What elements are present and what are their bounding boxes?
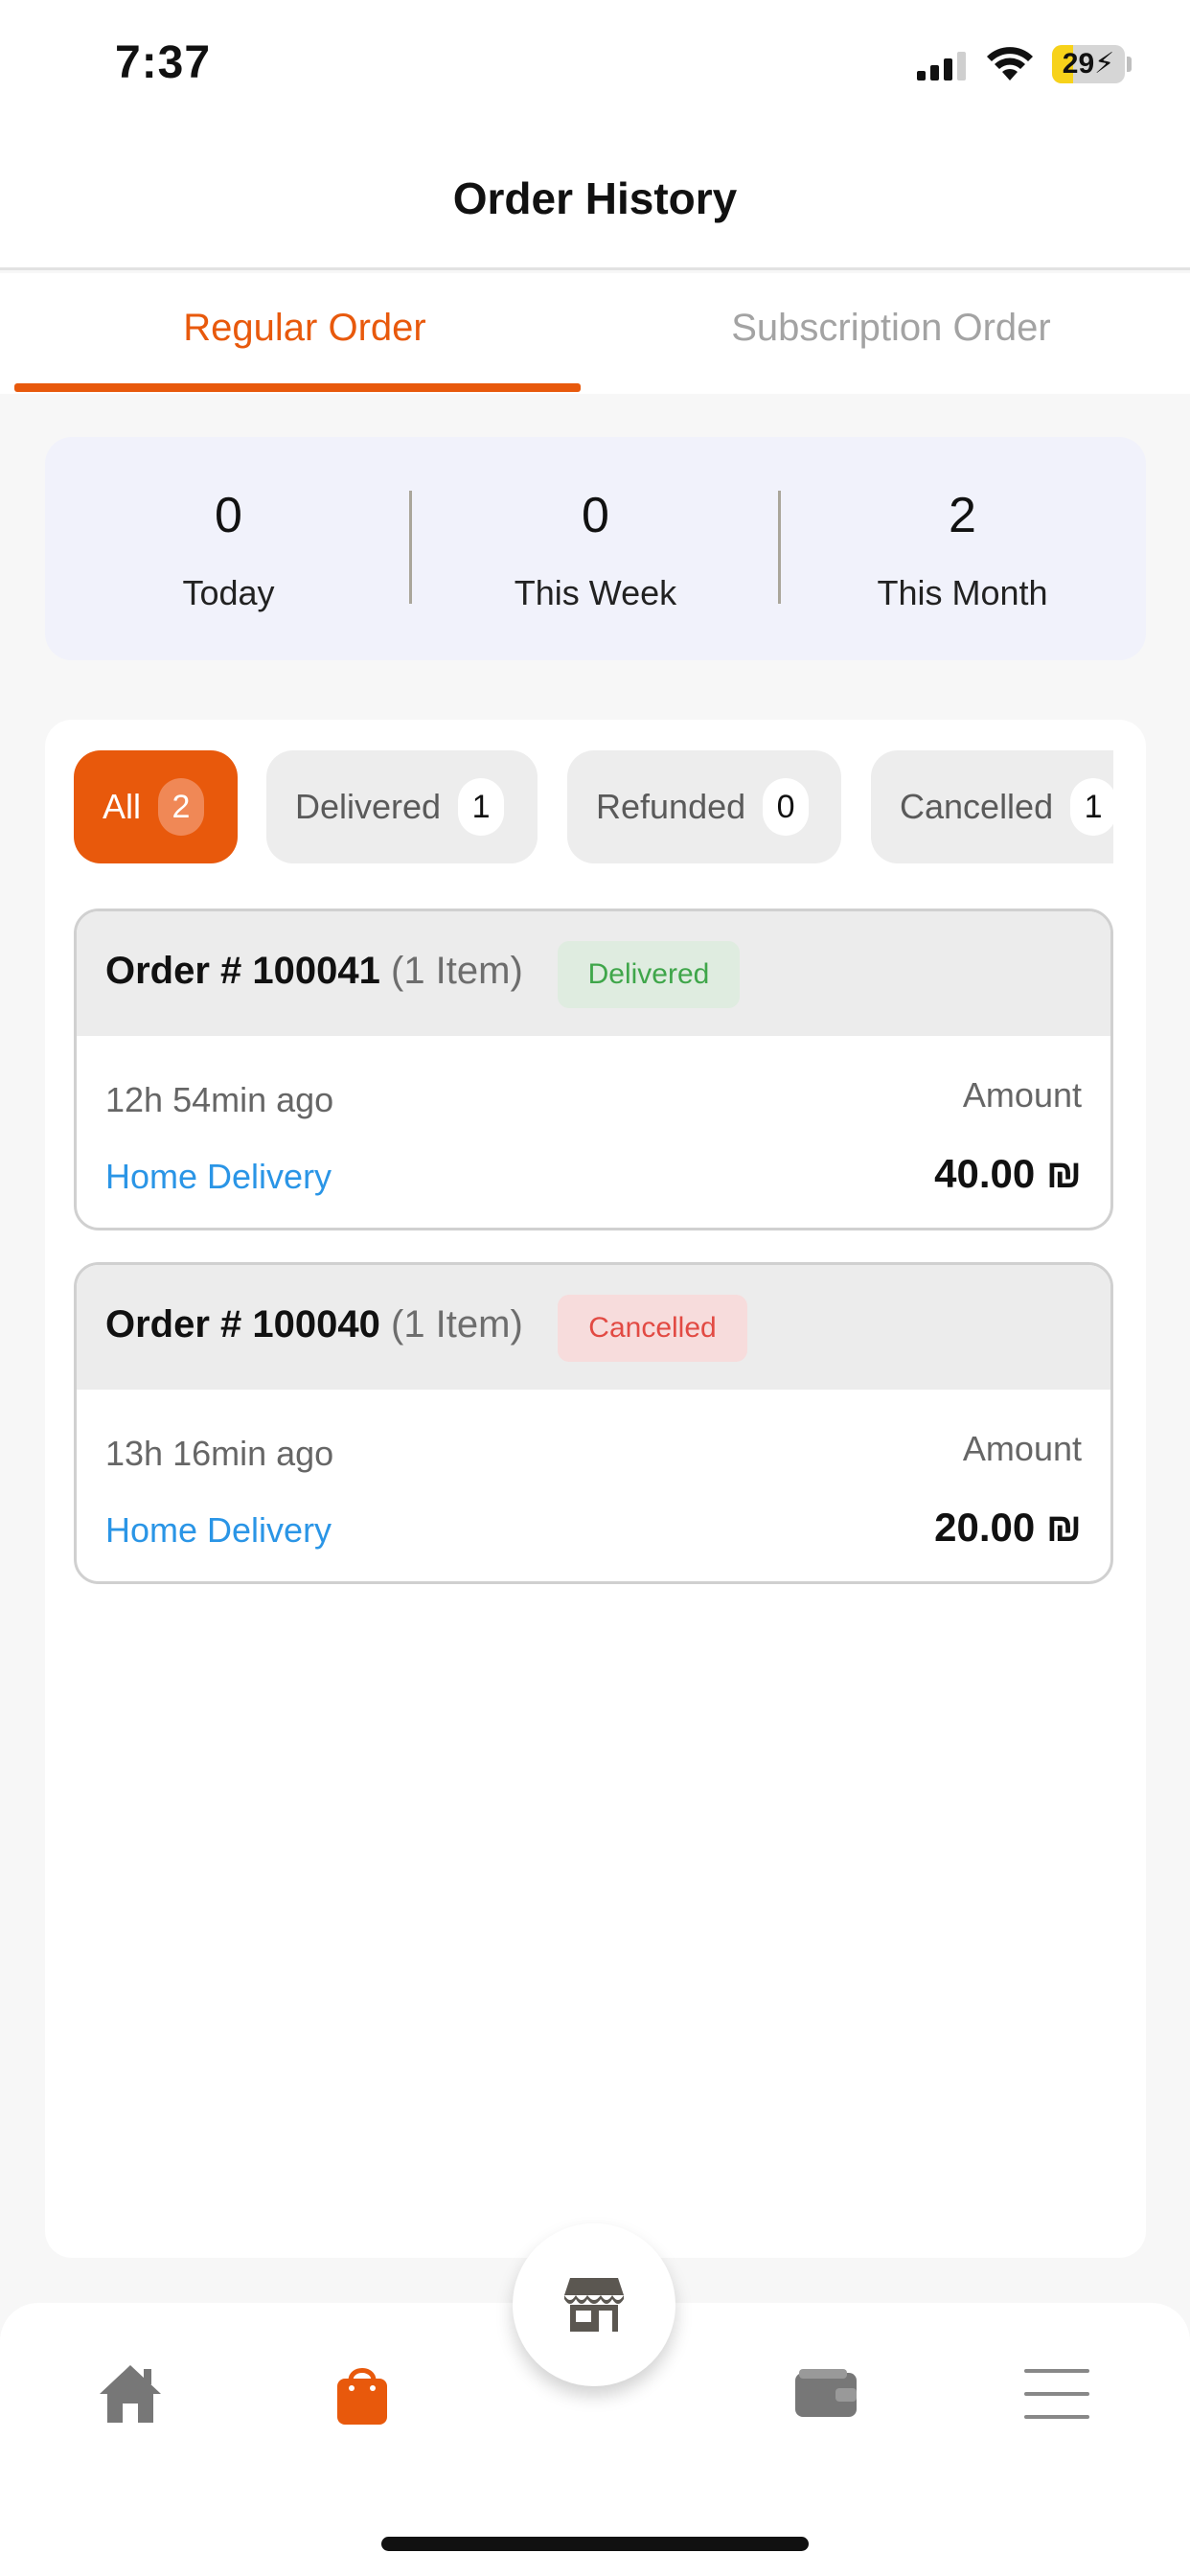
delivery-method: Home Delivery [105, 1510, 332, 1550]
order-type-tabs: Regular Order Subscription Order [0, 273, 1190, 394]
filter-count-badge: 0 [763, 778, 810, 836]
filter-chip-all[interactable]: All 2 [74, 750, 238, 863]
filter-label: All [103, 787, 142, 826]
order-item-count: (1 Item) [391, 1303, 523, 1346]
order-title: Order # 100040 (1 Item) [105, 1303, 523, 1346]
tab-subscription-order[interactable]: Subscription Order [601, 273, 1181, 394]
filter-chip-delivered[interactable]: Delivered 1 [266, 750, 538, 863]
battery-cap [1127, 57, 1132, 72]
header: Order History [0, 134, 1190, 270]
wallet-icon[interactable] [791, 2359, 860, 2428]
wifi-icon [987, 47, 1033, 80]
tab-regular-order[interactable]: Regular Order [14, 273, 595, 394]
order-time-ago: 12h 54min ago [105, 1080, 334, 1119]
filter-chip-refunded[interactable]: Refunded 0 [567, 750, 841, 863]
filter-count-badge: 2 [158, 778, 205, 836]
active-tab-indicator [14, 383, 581, 392]
order-number: Order # 100041 [105, 950, 380, 992]
page-title: Order History [452, 173, 738, 223]
order-number: Order # 100040 [105, 1303, 380, 1346]
order-card-header: Order # 100041 (1 Item) Delivered [77, 911, 1110, 1036]
shopping-bag-icon[interactable] [328, 2359, 397, 2428]
order-card[interactable]: Order # 100040 (1 Item) Cancelled 13h 16… [74, 1262, 1113, 1584]
orders-panel: All 2 Delivered 1 Refunded 0 Cancelled 1… [45, 720, 1146, 2258]
stat-this-week: 0 This Week [412, 437, 779, 660]
amount-label: Amount [962, 1429, 1082, 1468]
order-card[interactable]: Order # 100041 (1 Item) Delivered 12h 54… [74, 908, 1113, 1230]
order-summary-card: 0 Today 0 This Week 2 This Month [45, 437, 1146, 660]
battery-icon: 29⚡ [1052, 45, 1125, 83]
filter-label: Refunded [596, 787, 746, 826]
stat-today: 0 Today [45, 437, 412, 660]
filter-chip-cancelled[interactable]: Cancelled 1 [871, 750, 1113, 863]
store-button[interactable] [513, 2223, 675, 2386]
store-icon [564, 2278, 624, 2332]
stat-this-month: 2 This Month [779, 437, 1146, 660]
order-card-header: Order # 100040 (1 Item) Cancelled [77, 1265, 1110, 1390]
status-badge: Cancelled [558, 1295, 747, 1362]
status-time: 7:37 [115, 37, 212, 88]
filter-label: Cancelled [900, 787, 1054, 826]
filter-label: Delivered [295, 787, 442, 826]
status-badge: Delivered [558, 941, 740, 1008]
status-filter-bar[interactable]: All 2 Delivered 1 Refunded 0 Cancelled 1 [74, 750, 1113, 865]
stat-value: 0 [582, 488, 609, 543]
order-item-count: (1 Item) [391, 950, 523, 992]
order-amount: 20.00 ₪ [934, 1505, 1082, 1550]
battery-percentage: 29⚡ [1062, 48, 1115, 80]
amount-label: Amount [962, 1075, 1082, 1115]
cellular-signal-icon [917, 52, 966, 80]
filter-count-badge: 1 [1070, 778, 1113, 836]
home-icon[interactable] [96, 2359, 165, 2428]
menu-icon[interactable] [1022, 2359, 1091, 2428]
stat-label: Today [182, 573, 275, 612]
stat-label: This Month [877, 573, 1048, 612]
order-time-ago: 13h 16min ago [105, 1434, 334, 1473]
status-bar: 7:37 29⚡ [0, 0, 1190, 134]
filter-count-badge: 1 [458, 778, 505, 836]
delivery-method: Home Delivery [105, 1157, 332, 1196]
order-amount: 40.00 ₪ [934, 1151, 1082, 1196]
stat-value: 0 [215, 488, 242, 543]
order-title: Order # 100041 (1 Item) [105, 950, 523, 993]
home-indicator [381, 2537, 809, 2551]
stat-value: 2 [949, 488, 976, 543]
stat-label: This Week [514, 573, 677, 612]
